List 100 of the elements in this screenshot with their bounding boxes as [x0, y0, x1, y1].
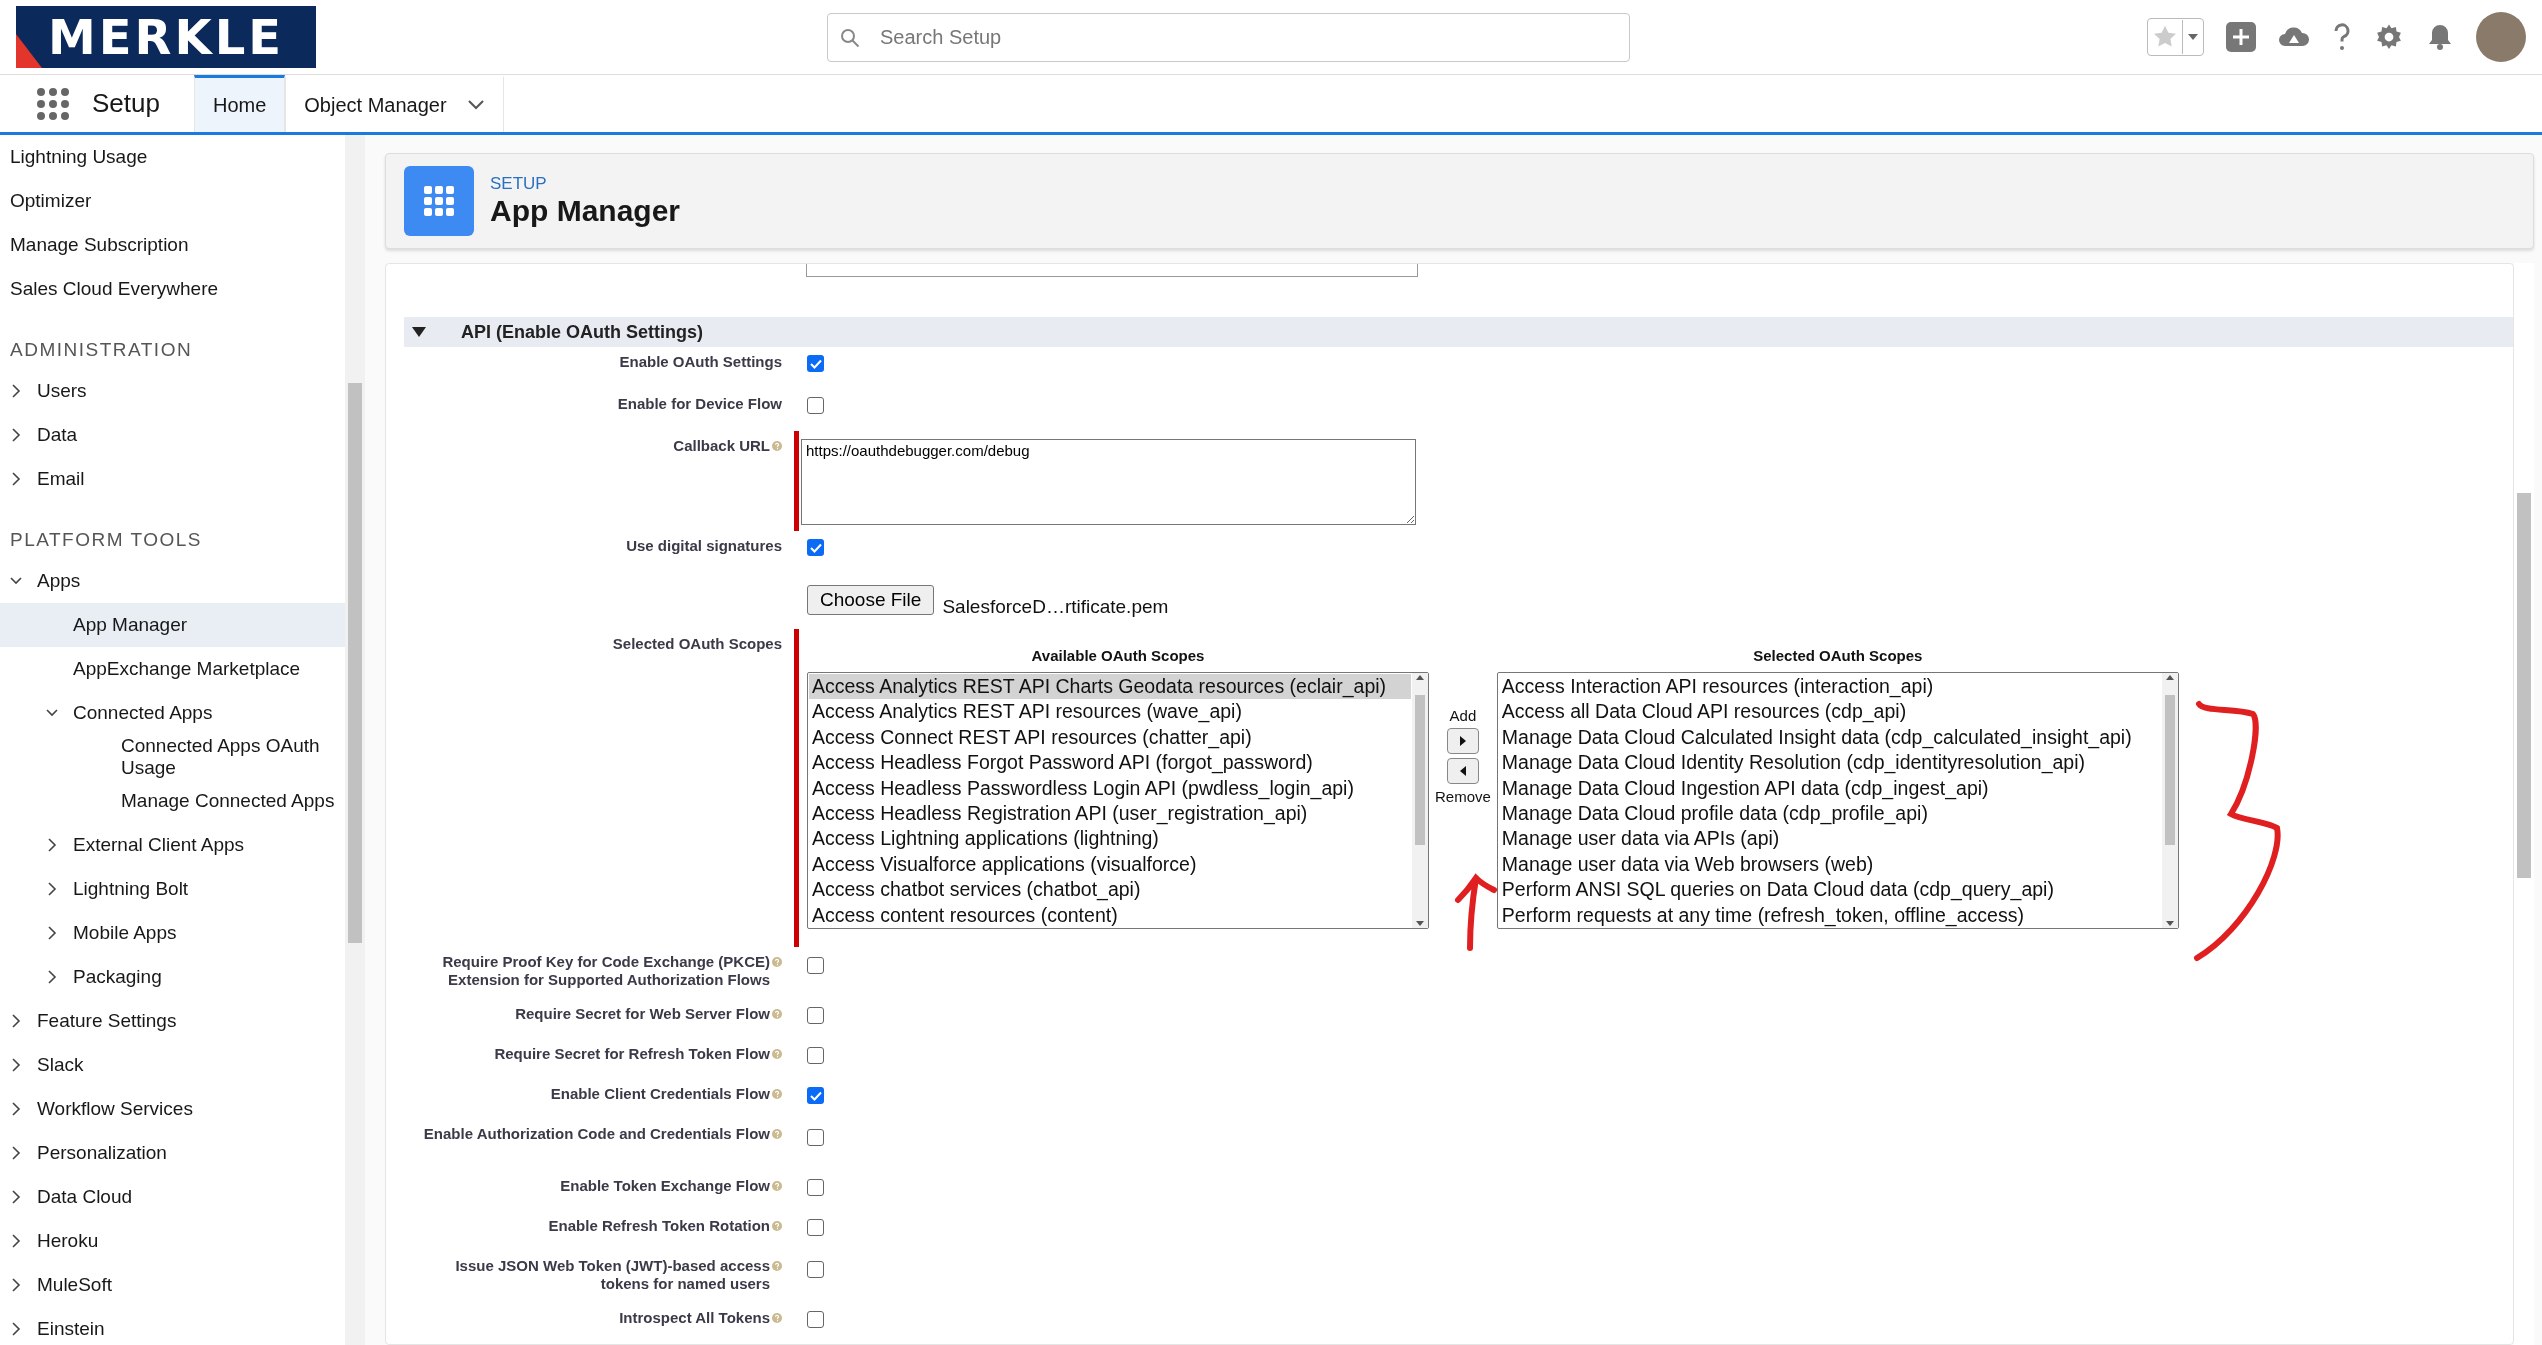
- chevron-icon[interactable]: [10, 1278, 22, 1292]
- scope-listbox[interactable]: [1496, 672, 2179, 929]
- sidebar-item[interactable]: Data: [0, 413, 345, 457]
- remove-button[interactable]: [1446, 758, 1479, 784]
- sidebar-item[interactable]: Heroku: [0, 1219, 345, 1263]
- sidebar-item[interactable]: App Manager: [0, 603, 345, 647]
- sidebar-item[interactable]: Lightning Usage: [0, 135, 345, 179]
- scroll-down-icon[interactable]: [1415, 920, 1425, 928]
- checkbox[interactable]: [807, 1007, 824, 1024]
- sidebar-item[interactable]: Manage Connected Apps: [0, 779, 345, 823]
- nav-tab[interactable]: Home: [193, 75, 286, 132]
- chevron-icon[interactable]: [10, 1322, 22, 1336]
- list-option[interactable]: Access Visualforce applications (visualforce): [809, 851, 1411, 878]
- checkbox[interactable]: [807, 397, 824, 414]
- logo[interactable]: MERKLE: [16, 6, 316, 68]
- bell-icon[interactable]: [2426, 22, 2454, 52]
- checkbox[interactable]: [807, 1261, 824, 1278]
- list-option[interactable]: Access chatbot services (chatbot_api): [809, 877, 1411, 903]
- sidebar-label: Email: [37, 468, 85, 490]
- sidebar-item[interactable]: Einstein: [0, 1307, 345, 1345]
- sidebar-item[interactable]: Users: [0, 369, 345, 413]
- chevron-icon[interactable]: [10, 1146, 22, 1160]
- avatar[interactable]: [2476, 12, 2526, 62]
- list-option[interactable]: Access content resources (content): [809, 902, 1411, 929]
- scrollbar[interactable]: [2161, 673, 2178, 928]
- checkbox[interactable]: [807, 957, 824, 974]
- sidebar-label: Data: [37, 424, 78, 446]
- chevron-icon[interactable]: [10, 472, 22, 486]
- sidebar-item[interactable]: Apps: [0, 559, 345, 603]
- list-option[interactable]: Access Analytics REST API resources (wave_api): [809, 699, 1411, 725]
- chevron-icon[interactable]: [10, 1190, 22, 1204]
- sidebar-item[interactable]: Manage Subscription: [0, 223, 345, 267]
- checkbox[interactable]: [807, 1129, 824, 1146]
- sidebar-item[interactable]: MuleSoft: [0, 1263, 345, 1307]
- chevron-icon[interactable]: [10, 1234, 22, 1248]
- list-option[interactable]: Perform requests at any time (refresh_token, offline_access): [1498, 902, 2161, 929]
- sidebar-scrollbar[interactable]: [345, 135, 365, 1345]
- chevron-icon[interactable]: [46, 838, 58, 852]
- list-option[interactable]: Perform ANSI SQL queries on Data Cloud data (cdp_query_api): [1498, 877, 2161, 903]
- checkbox[interactable]: [807, 539, 824, 556]
- form-scrollbar[interactable]: [2514, 263, 2534, 1345]
- sidebar-item[interactable]: Slack: [0, 1043, 345, 1087]
- list-option[interactable]: Access Headless Registration API (user_registration_api): [809, 801, 1411, 827]
- list-option[interactable]: Manage Data Cloud profile data (cdp_profile_api): [1498, 801, 2161, 827]
- checkbox[interactable]: [807, 1087, 824, 1104]
- checkbox[interactable]: [807, 355, 824, 372]
- checkbox[interactable]: [807, 1219, 824, 1236]
- list-option[interactable]: Manage user data via APIs (api): [1498, 826, 2161, 852]
- scroll-down-icon[interactable]: [2164, 920, 2175, 928]
- app-launcher-icon[interactable]: [36, 86, 70, 121]
- sidebar-item[interactable]: Workflow Services: [0, 1087, 345, 1131]
- sidebar-item[interactable]: AppExchange Marketplace: [0, 647, 345, 691]
- sidebar-item[interactable]: Packaging: [0, 955, 345, 999]
- sidebar-item[interactable]: External Client Apps: [0, 823, 345, 867]
- list-option[interactable]: Access Connect REST API resources (chatter_api): [809, 724, 1411, 751]
- list-option[interactable]: Access Analytics REST API Charts Geodata resources (eclair_api): [809, 674, 1411, 700]
- list-option[interactable]: Manage user data via Web browsers (web): [1498, 851, 2161, 878]
- sidebar-item[interactable]: Personalization: [0, 1131, 345, 1175]
- checkbox[interactable]: [807, 1179, 824, 1196]
- chevron-icon[interactable]: [10, 1014, 22, 1028]
- scroll-up-icon[interactable]: [2164, 673, 2175, 681]
- sidebar-item[interactable]: Mobile Apps: [0, 911, 345, 955]
- scope-listbox[interactable]: [807, 672, 1429, 929]
- scroll-up-icon[interactable]: [1415, 673, 1425, 681]
- add-icon[interactable]: [2226, 22, 2256, 52]
- sidebar-item[interactable]: Connected Apps OAuth Usage: [0, 735, 345, 779]
- text-field[interactable]: [806, 264, 1418, 277]
- list-option[interactable]: Access all Data Cloud API resources (cdp_api): [1498, 699, 2161, 725]
- list-option[interactable]: Access Headless Forgot Password API (forgot_password): [809, 750, 1411, 776]
- checkbox[interactable]: [807, 1311, 824, 1328]
- section-header[interactable]: API (Enable OAuth Settings): [404, 317, 2513, 347]
- nav-tab[interactable]: Object Manager: [285, 75, 504, 132]
- checkbox[interactable]: [807, 1047, 824, 1064]
- help-icon[interactable]: [2332, 22, 2352, 52]
- chevron-icon[interactable]: [10, 428, 22, 442]
- sidebar-item[interactable]: Sales Cloud Everywhere: [0, 267, 345, 311]
- list-option[interactable]: Access Lightning applications (lightning): [809, 826, 1411, 852]
- chevron-icon[interactable]: [10, 384, 22, 398]
- chevron-icon[interactable]: [466, 99, 485, 111]
- choose-file-button[interactable]: Choose File: [807, 585, 935, 615]
- add-button[interactable]: [1446, 728, 1479, 754]
- list-option[interactable]: Manage Data Cloud Calculated Insight data (cdp_calculated_insight_api): [1498, 724, 2161, 751]
- chevron-icon[interactable]: [10, 1058, 22, 1072]
- sidebar-item[interactable]: Connected Apps: [0, 691, 345, 735]
- sidebar-item[interactable]: Email: [0, 457, 345, 501]
- list-option[interactable]: Manage Data Cloud Identity Resolution (cdp_identityresolution_api): [1498, 750, 2161, 776]
- search-field[interactable]: Search Setup: [827, 13, 1630, 62]
- callback-url-field[interactable]: https://oauthdebugger.com/debug: [801, 439, 1416, 525]
- sidebar-item[interactable]: Optimizer: [0, 179, 345, 223]
- sidebar-item[interactable]: Lightning Bolt: [0, 867, 345, 911]
- list-option[interactable]: Access Interaction API resources (interaction_api): [1498, 674, 2161, 700]
- chevron-icon[interactable]: [46, 926, 58, 940]
- chevron-icon[interactable]: [46, 970, 58, 984]
- chevron-icon[interactable]: [10, 1102, 22, 1116]
- list-option[interactable]: Access Headless Passwordless Login API (pwdless_login_api): [809, 775, 1411, 802]
- list-option[interactable]: Manage Data Cloud Ingestion API data (cdp_ingest_api): [1498, 775, 2161, 802]
- sidebar-item[interactable]: Feature Settings: [0, 999, 345, 1043]
- sidebar-item[interactable]: Data Cloud: [0, 1175, 345, 1219]
- scrollbar[interactable]: [1412, 673, 1428, 928]
- chevron-icon[interactable]: [46, 882, 58, 896]
